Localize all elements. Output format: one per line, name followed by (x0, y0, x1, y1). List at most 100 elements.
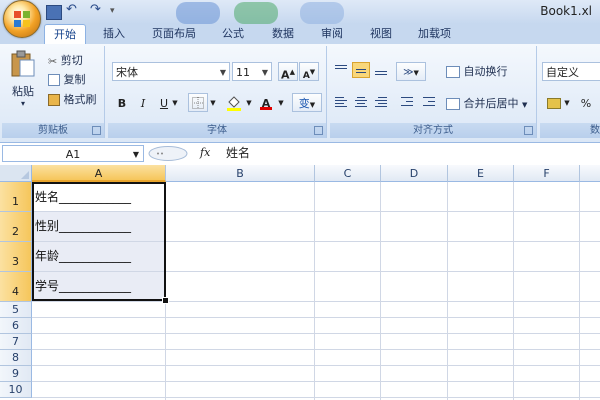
borders-icon (192, 97, 204, 109)
accounting-format-button[interactable] (544, 93, 564, 112)
grid-line (513, 182, 514, 400)
wrap-text-icon (446, 66, 460, 78)
column-header-d[interactable]: D (381, 165, 448, 182)
clipboard-launcher-icon[interactable] (92, 126, 101, 135)
font-size-value: 11 (236, 66, 250, 79)
tab-data[interactable]: 数据 (272, 24, 294, 44)
clipboard-group-label: 剪贴板 (2, 123, 104, 138)
tab-home[interactable]: 开始 (44, 24, 86, 45)
wrap-text-label: 自动换行 (463, 65, 508, 78)
formula-input[interactable]: 姓名 (220, 145, 598, 162)
row-header-1[interactable]: 1 (0, 182, 32, 212)
fill-handle[interactable] (162, 297, 169, 304)
italic-button[interactable]: I (133, 93, 153, 112)
paste-dropdown-icon[interactable]: ▾ (8, 99, 38, 108)
office-button[interactable] (3, 0, 41, 38)
column-header-e[interactable]: E (448, 165, 514, 182)
copy-button[interactable]: 复制 (48, 71, 86, 87)
font-launcher-icon[interactable] (314, 126, 323, 135)
orientation-button[interactable]: ≫▼ (396, 62, 426, 81)
font-color-button[interactable]: A (256, 93, 276, 112)
accounting-dropdown-icon[interactable]: ▼ (562, 93, 572, 112)
align-bottom-button[interactable] (372, 62, 390, 78)
row-header-7[interactable]: 7 (0, 334, 32, 350)
font-color-dropdown-icon[interactable]: ▼ (276, 93, 286, 112)
phonetic-button[interactable]: 变▼ (292, 93, 322, 112)
tab-insert[interactable]: 插入 (103, 24, 125, 44)
title-bar: ↶ ↷ ▾ Book1.xl (0, 0, 600, 24)
insert-function-button[interactable]: fx (200, 146, 210, 159)
tab-review[interactable]: 审阅 (321, 24, 343, 44)
wrap-text-button[interactable]: 自动换行 (446, 63, 508, 79)
grid-line (32, 397, 600, 398)
tab-formulas[interactable]: 公式 (222, 24, 244, 44)
row-header-4[interactable]: 4 (0, 272, 32, 302)
percent-button[interactable]: % (576, 93, 596, 112)
row-header-2[interactable]: 2 (0, 212, 32, 242)
font-group-label: 字体 (108, 123, 326, 138)
select-all-button[interactable] (0, 165, 32, 182)
tab-addins[interactable]: 加载项 (418, 24, 451, 44)
redo-icon[interactable]: ↷ (90, 2, 101, 18)
alignment-launcher-icon[interactable] (524, 126, 533, 135)
column-header-c[interactable]: C (315, 165, 381, 182)
currency-icon (547, 98, 561, 109)
align-left-button[interactable] (332, 94, 350, 110)
copy-icon (48, 74, 60, 86)
undo-icon[interactable]: ↶ (66, 2, 77, 18)
cut-button[interactable]: ✂ 剪切 (48, 52, 83, 68)
row-header-6[interactable]: 6 (0, 318, 32, 334)
tab-page-layout[interactable]: 页面布局 (152, 24, 196, 44)
align-right-button[interactable] (372, 94, 390, 110)
chevron-down-icon: ▼ (413, 69, 419, 77)
row-header-9[interactable]: 9 (0, 366, 32, 382)
column-header-f[interactable]: F (514, 165, 580, 182)
chevron-down-icon[interactable]: ▼ (522, 101, 527, 109)
formula-bar-handle-icon[interactable] (148, 145, 188, 162)
column-header-b[interactable]: B (166, 165, 315, 182)
grow-font-button[interactable]: A▲ (278, 62, 298, 82)
paste-icon (11, 50, 35, 77)
grow-font-label: A (281, 68, 290, 82)
format-painter-label: 格式刷 (63, 93, 97, 106)
align-middle-button[interactable] (352, 62, 370, 78)
row-header-3[interactable]: 3 (0, 242, 32, 272)
bold-button[interactable]: B (112, 93, 132, 112)
underline-dropdown-icon[interactable]: ▼ (170, 93, 180, 112)
save-icon[interactable] (46, 5, 62, 20)
row-header-5[interactable]: 5 (0, 302, 32, 318)
decrease-indent-button[interactable] (398, 94, 416, 110)
customize-qat-icon[interactable]: ▾ (110, 6, 115, 22)
font-size-dropdown[interactable]: 11 ▼ (232, 62, 272, 81)
number-group: 自定义 ▼ % 数字 (540, 46, 600, 138)
name-box[interactable]: A1 ▼ (2, 145, 144, 162)
font-name-dropdown[interactable]: 宋体 ▼ (112, 62, 230, 81)
grid-line (314, 182, 315, 400)
worksheet-grid[interactable]: A B C D E F 1 2 3 4 5 6 7 8 9 10 姓名_____… (0, 165, 600, 400)
format-painter-button[interactable]: 格式刷 (48, 91, 97, 107)
paste-button[interactable]: 粘贴 ▾ (8, 50, 38, 112)
fill-color-dropdown-icon[interactable]: ▼ (244, 93, 254, 112)
paste-label: 粘贴 (12, 85, 34, 98)
increase-indent-button[interactable] (420, 94, 438, 110)
column-header-a[interactable]: A (32, 165, 166, 182)
grid-line (380, 182, 381, 400)
fill-color-button[interactable] (224, 93, 244, 112)
row-header-10[interactable]: 10 (0, 382, 32, 398)
row-header-8[interactable]: 8 (0, 350, 32, 366)
chevron-down-icon: ▼ (219, 68, 226, 77)
borders-button[interactable] (188, 93, 208, 112)
background-blur (300, 2, 344, 24)
number-group-label: 数字 (540, 123, 600, 138)
borders-dropdown-icon[interactable]: ▼ (208, 93, 218, 112)
align-center-button[interactable] (352, 94, 370, 110)
merge-center-button[interactable]: 合并后居中 ▼ (446, 95, 527, 111)
chevron-down-icon[interactable]: ▼ (133, 146, 139, 163)
grid-line (32, 333, 600, 334)
shrink-font-button[interactable]: A▼ (299, 62, 319, 81)
column-header-g[interactable] (580, 165, 600, 182)
tab-view[interactable]: 视图 (370, 24, 392, 44)
number-format-dropdown[interactable]: 自定义 (542, 62, 600, 81)
formula-bar: A1 ▼ fx 姓名 (0, 143, 600, 166)
align-top-button[interactable] (332, 62, 350, 78)
